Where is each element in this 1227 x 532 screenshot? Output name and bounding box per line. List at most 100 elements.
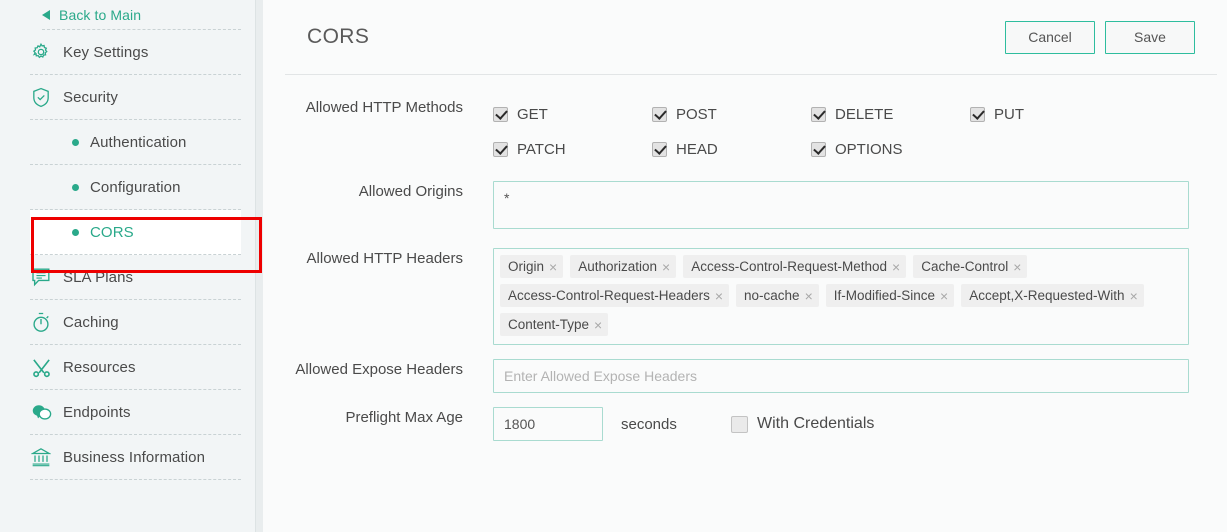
cancel-button[interactable]: Cancel <box>1005 20 1095 54</box>
checkbox-label: PATCH <box>517 141 566 158</box>
field-row-allowed-http-methods: Allowed HTTP Methods GET POST DELETE PUT… <box>263 97 1227 167</box>
sidebar-item-back-to-main[interactable]: Back to Main <box>42 0 241 30</box>
sidebar-navigation: Back to Main Key Settings Security Authe… <box>0 0 263 532</box>
sidebar-item-key-settings[interactable]: Key Settings <box>30 30 241 75</box>
preflight-max-age-label: Preflight Max Age <box>345 409 463 426</box>
field-row-allowed-origins: Allowed Origins <box>263 181 1227 234</box>
checkbox-get[interactable]: GET <box>493 97 652 132</box>
checkbox-label: With Credentials <box>757 415 875 432</box>
header-tag[interactable]: Authorization × <box>570 255 677 278</box>
field-row-allowed-expose-headers: Allowed Expose Headers <box>263 359 1227 393</box>
sidebar-item-label: Endpoints <box>63 403 131 421</box>
bullet-dot-icon <box>72 183 79 191</box>
header-tag[interactable]: Access-Control-Request-Headers × <box>500 284 730 307</box>
header-tag[interactable]: no-cache × <box>736 284 819 307</box>
sidebar-item-business-information[interactable]: Business Information <box>30 435 241 480</box>
header-tag[interactable]: Accept,X-Requested-With × <box>961 284 1144 307</box>
checkbox-box[interactable] <box>811 107 826 122</box>
allowed-http-headers-label: Allowed HTTP Headers <box>306 250 463 267</box>
checkbox-label: POST <box>676 106 717 123</box>
sidebar-scrollbar[interactable] <box>255 0 263 532</box>
sidebar-item-label: CORS <box>90 223 134 241</box>
checkbox-box[interactable] <box>970 107 985 122</box>
remove-tag-icon[interactable]: × <box>549 260 557 274</box>
sidebar-item-label: SLA Plans <box>63 268 134 286</box>
checkbox-box[interactable] <box>811 142 826 157</box>
allowed-origins-textarea[interactable] <box>493 181 1189 229</box>
header-tag-label: Cache-Control <box>921 259 1009 274</box>
remove-tag-icon[interactable]: × <box>662 260 670 274</box>
remove-tag-icon[interactable]: × <box>892 260 900 274</box>
checkbox-box[interactable] <box>652 142 667 157</box>
stopwatch-icon <box>30 311 52 333</box>
header-tag-label: Content-Type <box>508 317 590 332</box>
checkbox-head[interactable]: HEAD <box>652 132 811 167</box>
checkbox-box[interactable] <box>493 142 508 157</box>
sidebar-item-label: Security <box>63 88 118 106</box>
bullet-dot-icon <box>72 138 79 146</box>
chat-bubbles-icon <box>30 401 52 423</box>
preflight-units-label: seconds <box>621 415 677 433</box>
remove-tag-icon[interactable]: × <box>1130 289 1138 303</box>
sidebar-item-configuration[interactable]: Configuration <box>30 165 241 210</box>
checkbox-box[interactable] <box>731 415 748 433</box>
checkbox-patch[interactable]: PATCH <box>493 132 652 167</box>
sidebar-item-endpoints[interactable]: Endpoints <box>30 390 241 435</box>
preflight-max-age-input[interactable] <box>493 407 603 441</box>
checkbox-label: GET <box>517 106 548 123</box>
checkbox-options[interactable]: OPTIONS <box>811 132 970 167</box>
sidebar-item-label: Business Information <box>63 448 206 466</box>
header-tag-label: no-cache <box>744 288 800 303</box>
allowed-expose-headers-label: Allowed Expose Headers <box>295 361 463 378</box>
shield-check-icon <box>30 86 52 108</box>
header-tag[interactable]: Content-Type × <box>500 313 609 336</box>
sidebar-item-label: Resources <box>63 358 136 376</box>
header-tag-label: Accept,X-Requested-With <box>969 288 1125 303</box>
sidebar-item-caching[interactable]: Caching <box>30 300 241 345</box>
remove-tag-icon[interactable]: × <box>594 318 602 332</box>
header-tag[interactable]: If-Modified-Since × <box>825 284 955 307</box>
sidebar-item-authentication[interactable]: Authentication <box>30 120 241 165</box>
allowed-expose-headers-input[interactable] <box>493 359 1189 393</box>
header-tag[interactable]: Origin × <box>500 255 564 278</box>
checkbox-box[interactable] <box>652 107 667 122</box>
sidebar-item-cors[interactable]: CORS <box>30 210 241 255</box>
caret-left-icon <box>42 9 50 20</box>
checkbox-label: OPTIONS <box>835 141 903 158</box>
sidebar-item-resources[interactable]: Resources <box>30 345 241 390</box>
checkbox-delete[interactable]: DELETE <box>811 97 970 132</box>
main-content: CORS Cancel Save Allowed HTTP Methods GE… <box>263 0 1227 532</box>
sidebar-item-label: Authentication <box>90 133 187 151</box>
page-title: CORS <box>307 25 370 48</box>
remove-tag-icon[interactable]: × <box>805 289 813 303</box>
sidebar-item-label: Back to Main <box>59 6 142 23</box>
remove-tag-icon[interactable]: × <box>715 289 723 303</box>
field-row-preflight-max-age: Preflight Max Age seconds With Credentia… <box>263 407 1227 441</box>
cors-settings-page: Back to Main Key Settings Security Authe… <box>0 0 1227 532</box>
header-tag[interactable]: Cache-Control × <box>913 255 1028 278</box>
sidebar-item-security[interactable]: Security <box>30 75 241 120</box>
checkbox-put[interactable]: PUT <box>970 97 1129 132</box>
checkbox-label: DELETE <box>835 106 894 123</box>
sidebar-item-label: Caching <box>63 313 119 331</box>
save-button[interactable]: Save <box>1105 20 1195 54</box>
checkbox-post[interactable]: POST <box>652 97 811 132</box>
sidebar-item-label: Key Settings <box>63 43 149 61</box>
header-tag-label: If-Modified-Since <box>833 288 936 303</box>
checkbox-label: PUT <box>994 106 1024 123</box>
sidebar-item-label: Configuration <box>90 178 181 196</box>
sidebar-item-sla-plans[interactable]: SLA Plans <box>30 255 241 300</box>
http-methods-checkbox-grid: GET POST DELETE PUT PATCH HEAD OPTIONS <box>493 97 1129 167</box>
bank-icon <box>30 446 52 468</box>
header-tag[interactable]: Access-Control-Request-Method × <box>683 255 907 278</box>
remove-tag-icon[interactable]: × <box>1013 260 1021 274</box>
bullet-dot-icon <box>72 228 79 236</box>
remove-tag-icon[interactable]: × <box>940 289 948 303</box>
header-tag-label: Access-Control-Request-Headers <box>508 288 710 303</box>
checkbox-box[interactable] <box>493 107 508 122</box>
allowed-http-methods-label: Allowed HTTP Methods <box>305 99 463 116</box>
cors-form: Allowed HTTP Methods GET POST DELETE PUT… <box>263 75 1227 441</box>
checkbox-with-credentials[interactable]: With Credentials <box>731 415 874 433</box>
allowed-http-headers-tag-input[interactable]: Origin × Authorization × Access-Control-Requ… <box>493 248 1189 345</box>
page-header: CORS Cancel Save <box>285 0 1217 75</box>
